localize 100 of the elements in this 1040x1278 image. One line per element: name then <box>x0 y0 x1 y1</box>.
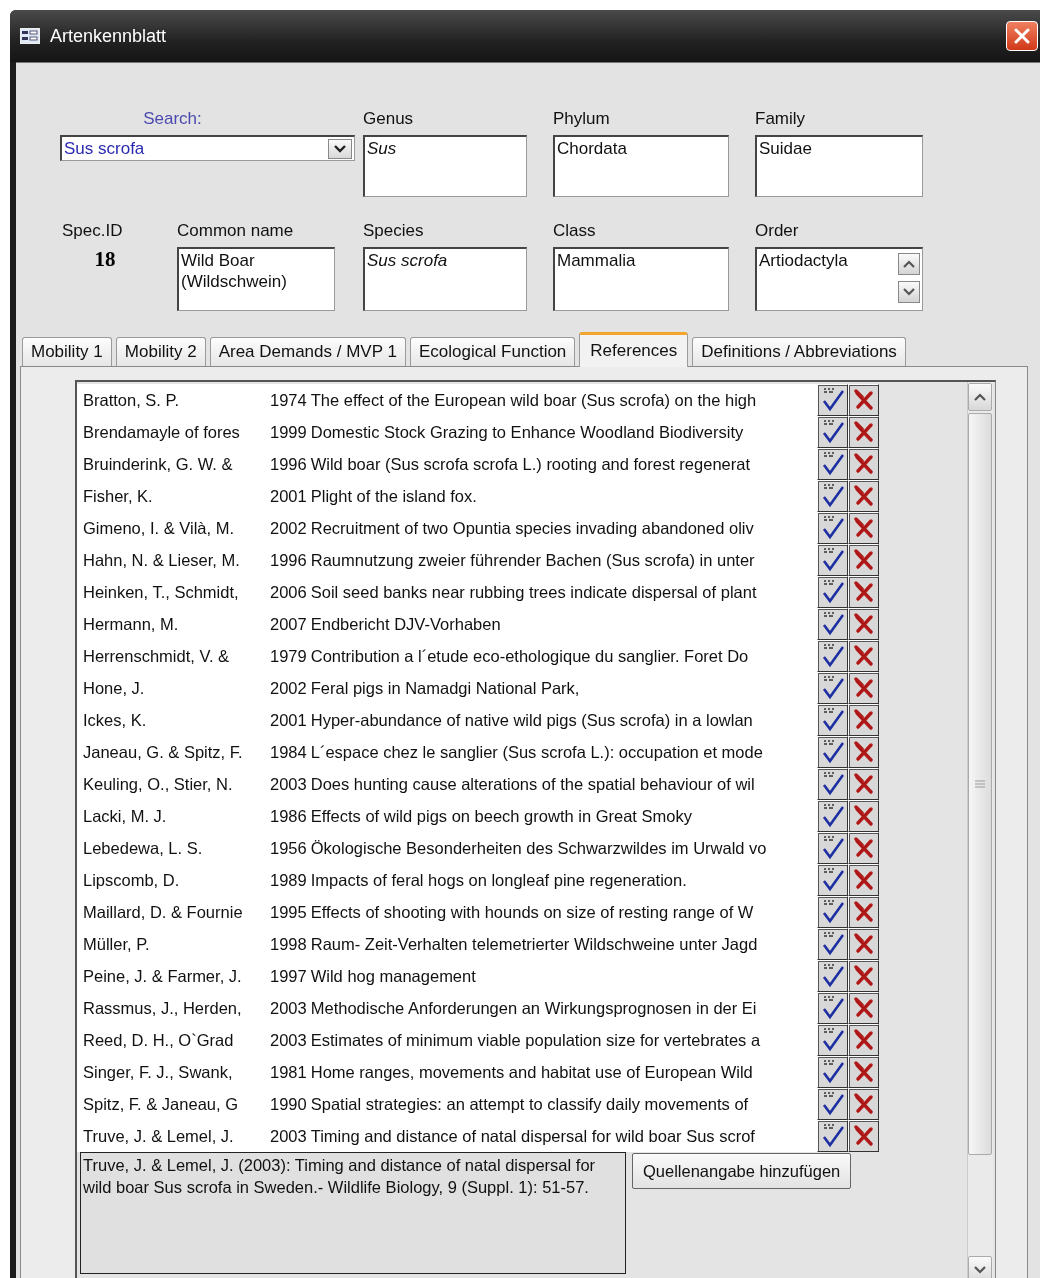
tab[interactable]: Area Demands / MVP 1 <box>209 337 406 366</box>
delete-button[interactable] <box>848 960 879 992</box>
delete-button[interactable] <box>848 384 879 416</box>
delete-button[interactable] <box>848 416 879 448</box>
title-cell: Recruitment of two Opuntia species invading abandoned oliv <box>310 518 754 538</box>
check-button[interactable] <box>817 576 848 608</box>
text-field[interactable]: Wild Boar (Wildschwein) <box>177 247 335 311</box>
delete-button[interactable] <box>848 832 879 864</box>
check-button[interactable] <box>817 896 848 928</box>
delete-button[interactable] <box>848 480 879 512</box>
scrollbar-thumb[interactable] <box>968 413 992 1155</box>
delete-button[interactable] <box>848 896 879 928</box>
scroll-down-button[interactable] <box>898 281 920 303</box>
tab[interactable]: Mobility 2 <box>115 337 206 366</box>
check-button[interactable] <box>817 800 848 832</box>
title-cell: Raum- Zeit-Verhalten telemetrierter Wildschweine unter Jagd <box>310 934 758 954</box>
title-cell: Impacts of feral hogs on longleaf pine regeneration. <box>310 870 687 890</box>
delete-button[interactable] <box>848 1120 879 1152</box>
delete-button[interactable] <box>848 448 879 480</box>
author-cell: Janeau, G. & Spitz, F. <box>77 736 270 768</box>
check-button[interactable] <box>817 768 848 800</box>
delete-button[interactable] <box>848 800 879 832</box>
tab[interactable]: Ecological Function <box>409 337 576 366</box>
year-cell: 2003 <box>270 774 307 794</box>
cross-icon <box>853 517 874 539</box>
check-button[interactable] <box>817 512 848 544</box>
check-button[interactable] <box>817 736 848 768</box>
check-button[interactable] <box>817 704 848 736</box>
check-icon <box>821 803 844 829</box>
cross-icon <box>853 773 874 795</box>
scroll-up-button[interactable] <box>968 383 992 411</box>
delete-button[interactable] <box>848 544 879 576</box>
delete-button[interactable] <box>848 864 879 896</box>
check-button[interactable] <box>817 960 848 992</box>
scroll-down-button[interactable] <box>968 1256 992 1278</box>
cross-icon <box>853 485 874 507</box>
check-icon <box>821 675 844 701</box>
text-field[interactable]: Chordata <box>553 135 729 197</box>
chevron-up-icon <box>974 393 986 401</box>
delete-button[interactable] <box>848 992 879 1024</box>
scroll-up-button[interactable] <box>898 253 920 275</box>
close-button[interactable] <box>1006 21 1038 51</box>
field-value: Sus scrofa <box>367 251 448 270</box>
delete-button[interactable] <box>848 928 879 960</box>
delete-button[interactable] <box>848 672 879 704</box>
check-button[interactable] <box>817 864 848 896</box>
delete-button[interactable] <box>848 1024 879 1056</box>
title-cell: Effects of shooting with hounds on size of resting range of W <box>310 902 754 922</box>
dropdown-button[interactable] <box>328 138 352 159</box>
author-cell: Maillard, D. & Fournie <box>77 896 270 928</box>
text-field[interactable]: Sus <box>363 135 527 197</box>
delete-button[interactable] <box>848 512 879 544</box>
text-field[interactable]: Suidae <box>755 135 923 197</box>
text-field[interactable]: Sus scrofa <box>363 247 527 311</box>
check-button[interactable] <box>817 416 848 448</box>
delete-button[interactable] <box>848 736 879 768</box>
delete-button[interactable] <box>848 1088 879 1120</box>
search-label: Search: <box>142 109 203 129</box>
check-button[interactable] <box>817 672 848 704</box>
check-button[interactable] <box>817 640 848 672</box>
delete-button[interactable] <box>848 1056 879 1088</box>
add-reference-button[interactable]: Quellenangabe hinzufügen <box>632 1153 852 1189</box>
cross-icon <box>853 645 874 667</box>
delete-button[interactable] <box>848 704 879 736</box>
year-cell: 1997 <box>270 966 307 986</box>
check-icon <box>821 867 844 893</box>
check-button[interactable] <box>817 832 848 864</box>
cross-icon <box>853 869 874 891</box>
delete-button[interactable] <box>848 576 879 608</box>
text-field[interactable]: Mammalia <box>553 247 729 311</box>
check-button[interactable] <box>817 928 848 960</box>
title-cell: Does hunting cause alterations of the spatial behaviour of wil <box>310 774 755 794</box>
title-cell: Contribution a l´etude eco-ethologique du sanglier. Foret Do <box>310 646 749 666</box>
check-button[interactable] <box>817 544 848 576</box>
delete-button[interactable] <box>848 768 879 800</box>
cross-icon <box>853 613 874 635</box>
check-button[interactable] <box>817 1120 848 1152</box>
check-button[interactable] <box>817 1088 848 1120</box>
tab[interactable]: Mobility 1 <box>22 337 112 366</box>
delete-button[interactable] <box>848 640 879 672</box>
check-button[interactable] <box>817 608 848 640</box>
text-field[interactable]: Artiodactyla <box>755 247 923 311</box>
title-cell: Wild hog management <box>310 966 476 986</box>
year-cell: 1979 <box>270 646 307 666</box>
delete-button[interactable] <box>848 608 879 640</box>
title-cell: Endbericht DJV-Vorhaben <box>310 614 501 634</box>
check-button[interactable] <box>817 1024 848 1056</box>
title-cell: Ökologische Besonderheiten des Schwarzwildes im Urwald vo <box>310 838 767 858</box>
check-button[interactable] <box>817 384 848 416</box>
check-button[interactable] <box>817 448 848 480</box>
check-icon <box>821 451 844 477</box>
check-icon <box>821 1091 844 1117</box>
check-button[interactable] <box>817 480 848 512</box>
search-combo[interactable]: Sus scrofa <box>60 135 355 161</box>
check-icon <box>821 771 844 797</box>
tab[interactable]: Definitions / Abbreviations <box>692 337 906 366</box>
check-button[interactable] <box>817 992 848 1024</box>
cross-icon <box>853 709 874 731</box>
check-button[interactable] <box>817 1056 848 1088</box>
tab[interactable]: References <box>579 332 689 367</box>
